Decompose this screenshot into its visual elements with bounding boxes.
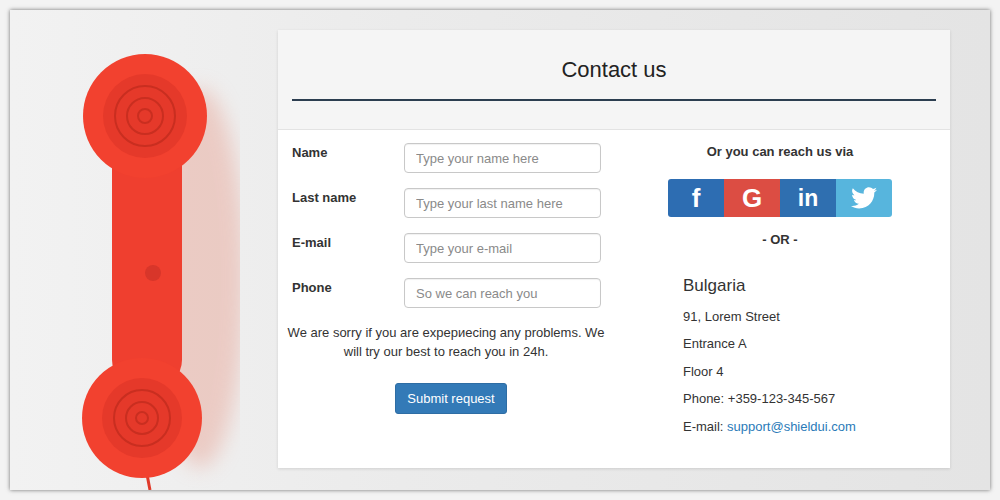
contact-card: Contact us Name Last name E-mail Phone We are… bbox=[278, 30, 950, 468]
or-separator: - OR - bbox=[762, 231, 797, 249]
text-input[interactable] bbox=[404, 233, 601, 263]
card-body: Name Last name E-mail Phone We are sorry if … bbox=[278, 130, 950, 435]
address-line: Entrance A bbox=[683, 336, 856, 352]
help-message: We are sorry if you are expериecing any … bbox=[282, 323, 610, 361]
field-row: Last name bbox=[292, 188, 610, 218]
email-link[interactable]: support@shieldui.com bbox=[727, 419, 856, 434]
contact-info: Or you can reach us via fGin - OR - Bulgari… bbox=[620, 143, 950, 435]
facebook-icon[interactable]: f bbox=[668, 179, 724, 217]
email-label: E-mail: bbox=[683, 419, 723, 434]
submit-wrap: Submit request bbox=[292, 383, 610, 414]
field-row: E-mail bbox=[292, 233, 610, 263]
text-input[interactable] bbox=[404, 188, 601, 218]
header-rule bbox=[292, 99, 936, 101]
address-line: 91, Lorem Street bbox=[683, 309, 856, 325]
card-title: Contact us bbox=[292, 54, 936, 86]
contact-form: Name Last name E-mail Phone We are sorry if … bbox=[278, 143, 620, 435]
field-label: Phone bbox=[292, 278, 404, 296]
address-line: Floor 4 bbox=[683, 364, 856, 380]
submit-button[interactable]: Submit request bbox=[395, 383, 506, 414]
google-icon[interactable]: G bbox=[724, 179, 780, 217]
field-label: Last name bbox=[292, 188, 404, 206]
page-frame: Contact us Name Last name E-mail Phone We are… bbox=[10, 10, 990, 490]
twitter-bird-icon bbox=[851, 187, 877, 209]
text-input[interactable] bbox=[404, 278, 601, 308]
card-header: Contact us bbox=[278, 30, 950, 130]
country: Bulgaria bbox=[683, 275, 856, 297]
linkedin-icon[interactable]: in bbox=[780, 179, 836, 217]
phone-photo bbox=[50, 48, 240, 490]
field-label: E-mail bbox=[292, 233, 404, 251]
field-row: Name bbox=[292, 143, 610, 173]
field-label: Name bbox=[292, 143, 404, 161]
email-line: E-mail: support@shieldui.com bbox=[683, 419, 856, 435]
reach-heading: Or you can reach us via bbox=[707, 143, 854, 161]
text-input[interactable] bbox=[404, 143, 601, 173]
field-row: Phone bbox=[292, 278, 610, 308]
address-block: Bulgaria 91, Lorem Street Entrance A Floor … bbox=[683, 275, 856, 435]
address-line: Phone: +359-123-345-567 bbox=[683, 391, 856, 407]
social-buttons: fGin bbox=[668, 179, 892, 217]
twitter-icon[interactable] bbox=[836, 179, 892, 217]
